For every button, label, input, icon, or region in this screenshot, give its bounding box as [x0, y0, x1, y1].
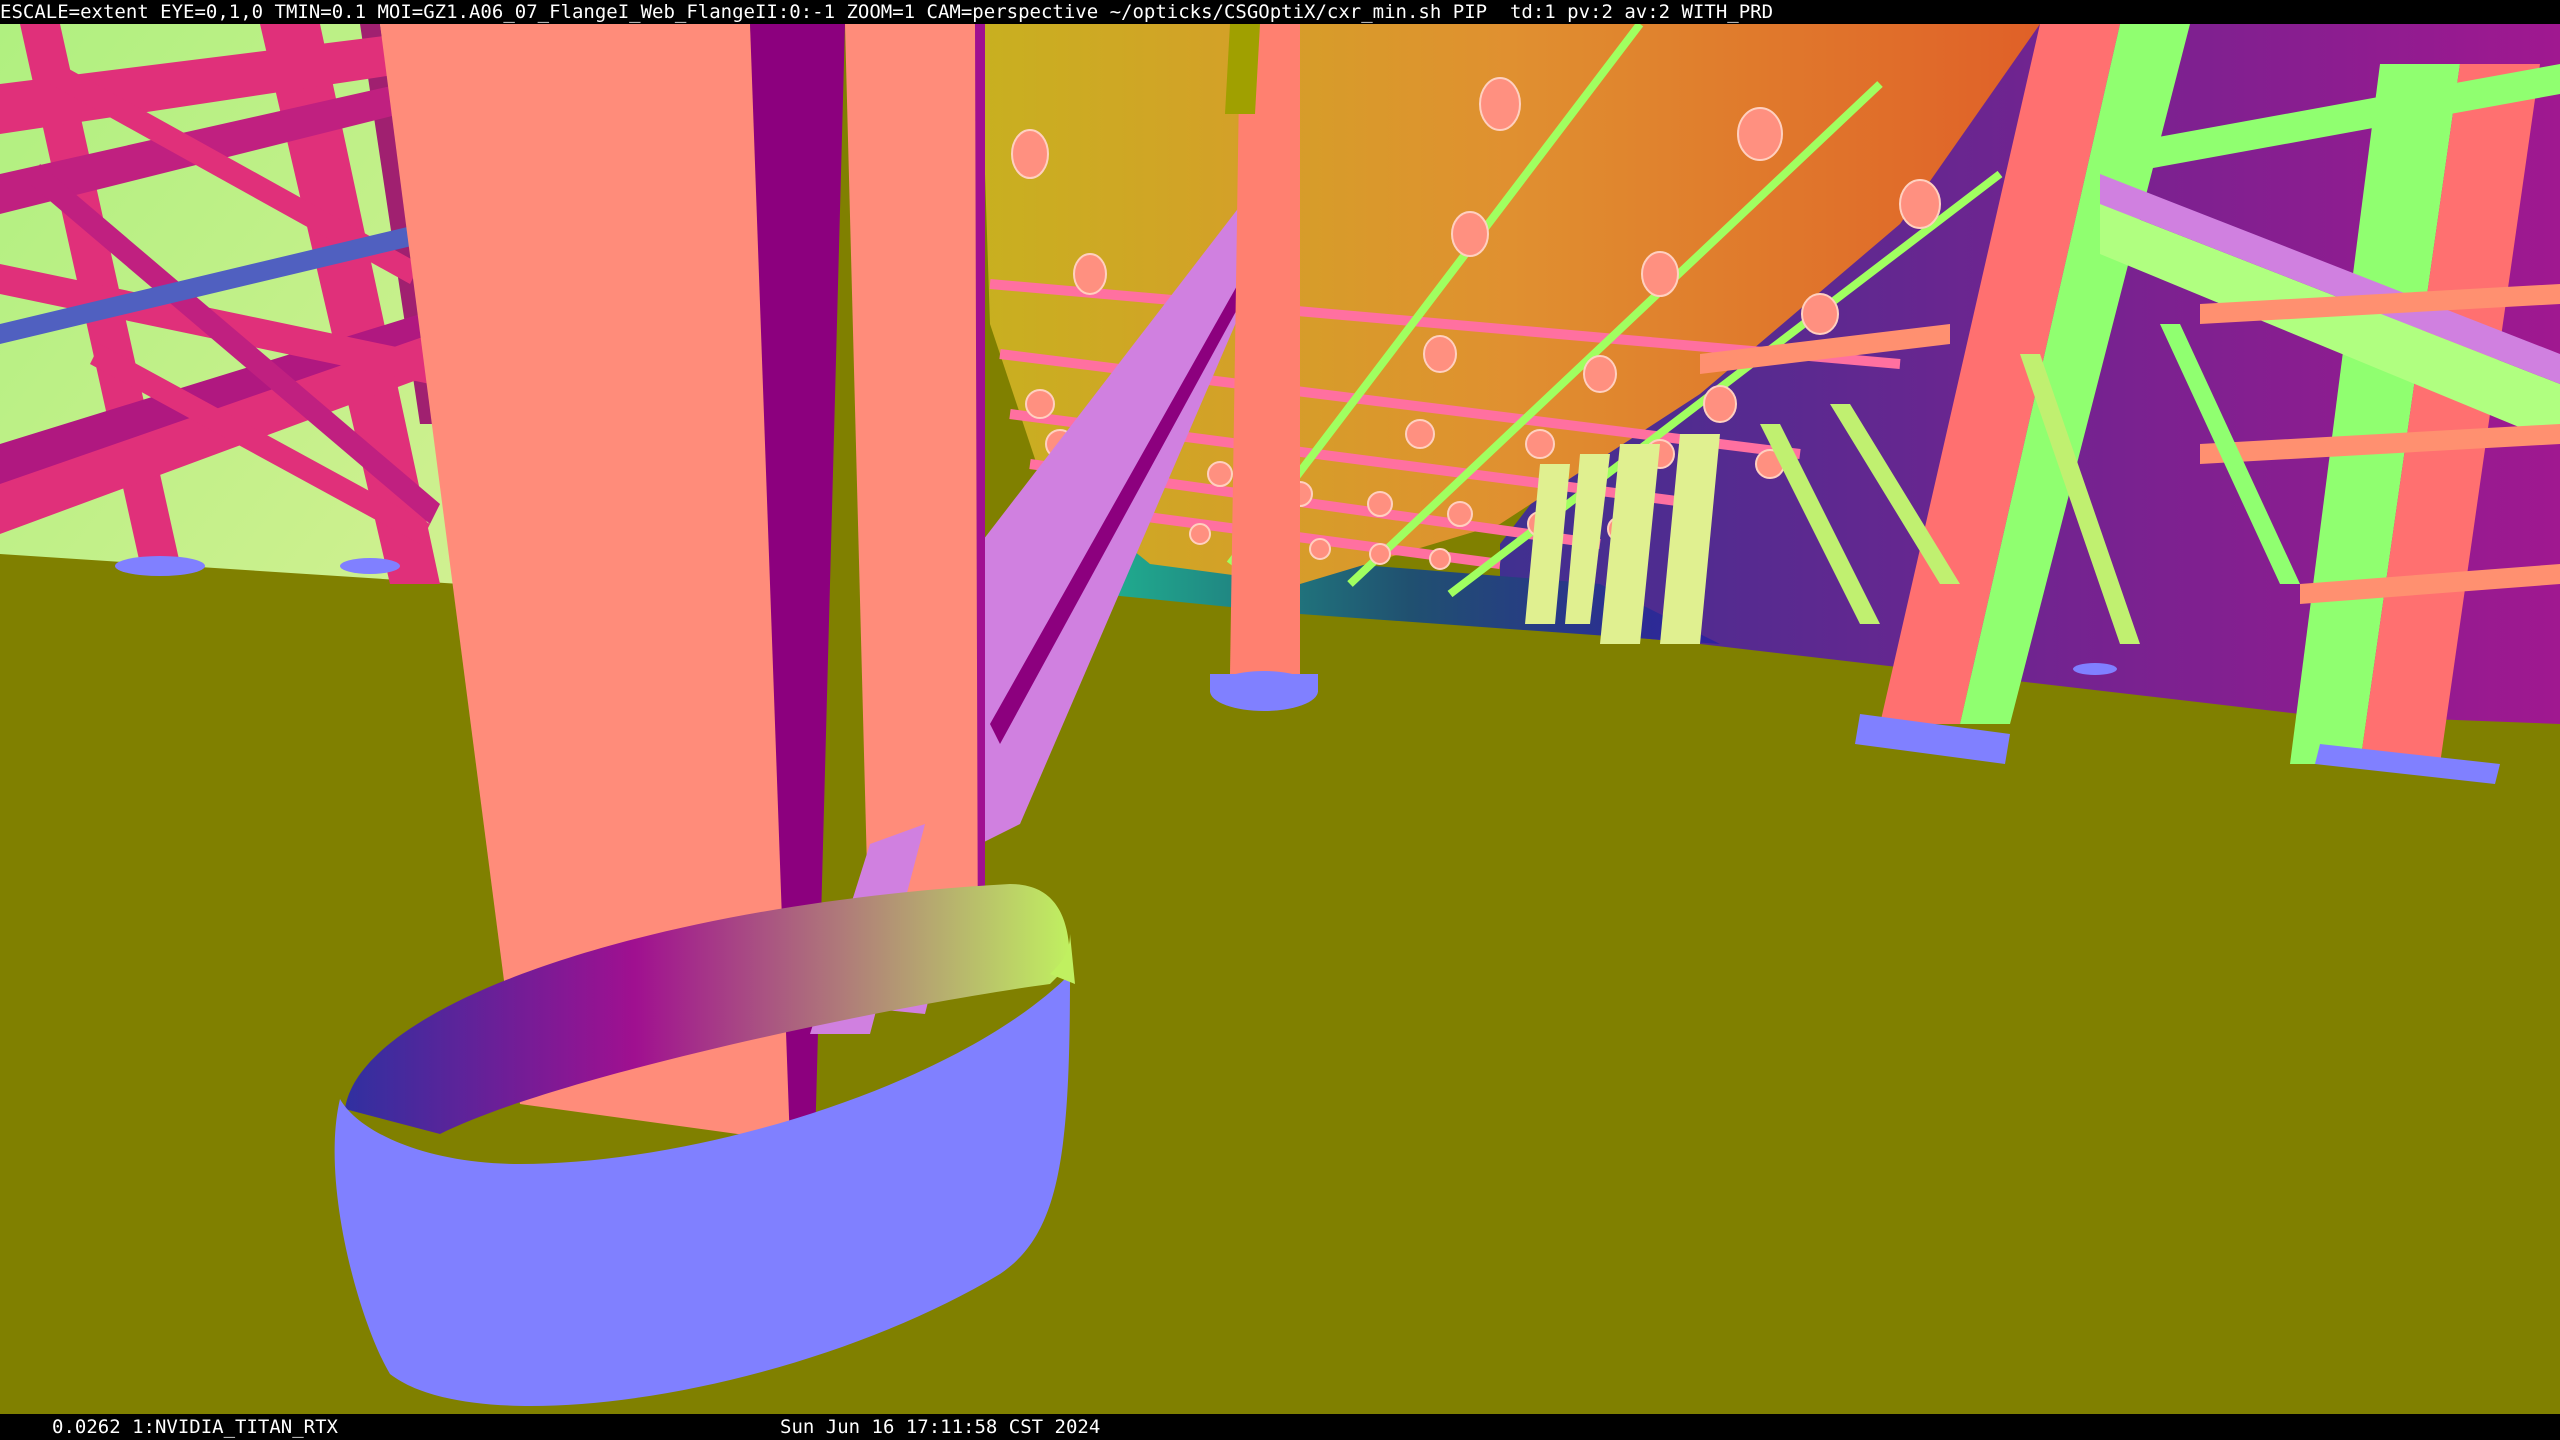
center-column-base-side: [1210, 674, 1318, 692]
right-base-pad-3: [2073, 663, 2117, 675]
scene-render: [0, 24, 2560, 1414]
render-viewport[interactable]: [0, 24, 2560, 1414]
left-base-pad-1: [115, 556, 205, 576]
center-column: [1230, 24, 1300, 674]
timestamp-label: Sun Jun 16 17:11:58 CST 2024: [780, 1416, 1101, 1438]
left-base-pad-2: [340, 558, 400, 574]
timing-device-label: 0.0262 1:NVIDIA_TITAN_RTX: [52, 1416, 338, 1438]
status-line: ESCALE=extent EYE=0,1,0 TMIN=0.1 MOI=GZ1…: [0, 0, 2560, 24]
center-column-dark: [1225, 24, 1260, 114]
status-footer: 0.0262 1:NVIDIA_TITAN_RTX Sun Jun 16 17:…: [0, 1414, 2560, 1440]
